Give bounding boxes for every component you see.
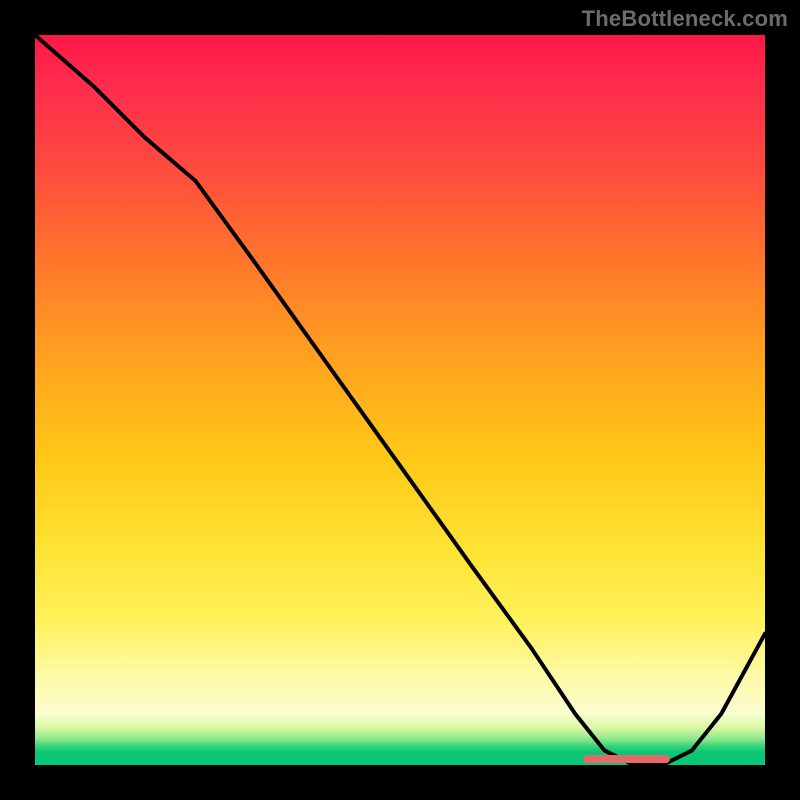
bottleneck-curve <box>35 35 765 765</box>
curve-path <box>35 35 765 765</box>
plot-area <box>35 35 765 765</box>
watermark-text: TheBottleneck.com <box>582 6 788 32</box>
optimal-range-marker <box>583 755 671 763</box>
chart-frame: TheBottleneck.com <box>0 0 800 800</box>
